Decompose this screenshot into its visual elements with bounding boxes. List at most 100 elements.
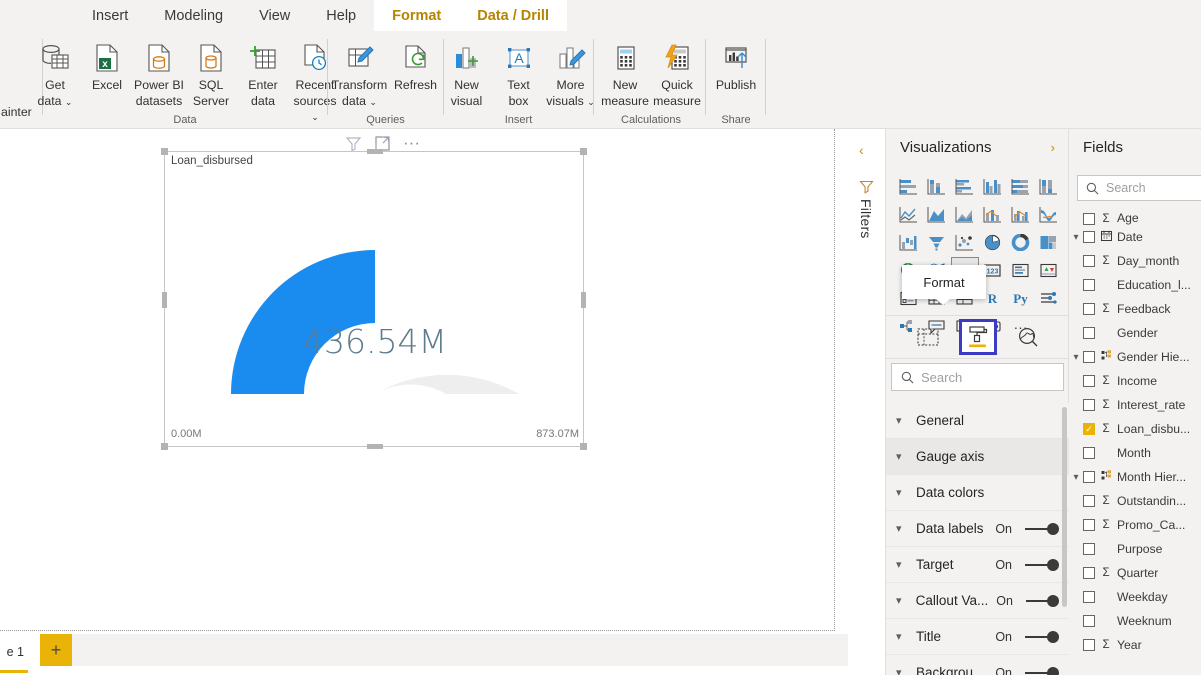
- field-checkbox[interactable]: [1083, 471, 1095, 483]
- field-item-month-hierarchy[interactable]: ▾ Month Hier...: [1069, 465, 1201, 489]
- resize-handle-bottom-left[interactable]: [161, 443, 168, 450]
- field-item-date[interactable]: ▾ Date: [1069, 225, 1201, 249]
- format-section-title[interactable]: ▾ Title On: [886, 619, 1069, 655]
- ribbon-button-quick-measure[interactable]: Quick measure: [651, 37, 703, 111]
- resize-handle-top[interactable]: [367, 149, 383, 154]
- viz-pie-chart[interactable]: [979, 229, 1007, 256]
- viz-clustered-bar-chart[interactable]: [951, 173, 979, 200]
- field-item-purpose[interactable]: Purpose: [1069, 537, 1201, 561]
- ribbon-button-publish[interactable]: Publish: [710, 37, 762, 95]
- field-item-education-level[interactable]: Education_l...: [1069, 273, 1201, 297]
- field-item-gender-hierarchy[interactable]: ▾ Gender Hie...: [1069, 345, 1201, 369]
- chevron-right-icon[interactable]: ›: [1051, 140, 1055, 155]
- viz-scatter-chart[interactable]: [951, 229, 979, 256]
- filters-collapse-chevron-icon[interactable]: ‹: [859, 143, 864, 157]
- viz-stacked-bar-chart[interactable]: [895, 173, 923, 200]
- resize-handle-right[interactable]: [581, 292, 586, 308]
- field-item-month[interactable]: Month: [1069, 441, 1201, 465]
- viz-ribbon-chart[interactable]: [1035, 201, 1063, 228]
- viz-line-chart[interactable]: [895, 201, 923, 228]
- field-checkbox[interactable]: [1083, 279, 1095, 291]
- field-checkbox[interactable]: [1083, 255, 1095, 267]
- viz-donut-chart[interactable]: [1007, 229, 1035, 256]
- viz-stacked-column-chart[interactable]: [923, 173, 951, 200]
- field-item-weeknum[interactable]: Weeknum: [1069, 609, 1201, 633]
- ribbon-button-refresh[interactable]: Refresh: [390, 37, 442, 95]
- field-item-promo-campaign[interactable]: Σ Promo_Ca...: [1069, 513, 1201, 537]
- field-checkbox[interactable]: [1083, 231, 1095, 243]
- field-checkbox[interactable]: [1083, 495, 1095, 507]
- viz-clustered-column-chart[interactable]: [979, 173, 1007, 200]
- tab-view[interactable]: View: [241, 0, 308, 31]
- field-checkbox[interactable]: [1083, 327, 1095, 339]
- resize-handle-bottom[interactable]: [367, 444, 383, 449]
- toggle-data-labels[interactable]: [1025, 522, 1059, 535]
- format-section-callout-value[interactable]: ▾ Callout Va... On: [886, 583, 1069, 619]
- resize-handle-bottom-right[interactable]: [580, 443, 587, 450]
- resize-handle-top-left[interactable]: [161, 148, 168, 155]
- format-section-general[interactable]: ▾ General: [886, 403, 1069, 439]
- field-checkbox[interactable]: [1083, 447, 1095, 459]
- field-checkbox[interactable]: [1083, 399, 1095, 411]
- viz-multi-row-card[interactable]: [1007, 257, 1035, 284]
- toggle-callout-value[interactable]: [1025, 594, 1059, 607]
- viz-stacked-area-chart[interactable]: [951, 201, 979, 228]
- viz-kpi[interactable]: [1035, 257, 1063, 284]
- viz-funnel-chart[interactable]: [923, 229, 951, 256]
- pane-tab-fields[interactable]: [913, 323, 943, 351]
- format-section-data-colors[interactable]: ▾ Data colors: [886, 475, 1069, 511]
- chevron-down-icon[interactable]: ▾: [1069, 232, 1083, 243]
- format-section-gauge-axis[interactable]: ▾ Gauge axis: [886, 439, 1069, 475]
- filters-pane-collapsed[interactable]: ‹ Filters: [848, 129, 886, 675]
- field-checkbox[interactable]: [1083, 213, 1095, 225]
- fields-search-box[interactable]: Search: [1077, 175, 1201, 201]
- chevron-down-icon[interactable]: ▾: [1069, 472, 1083, 483]
- field-item-income[interactable]: Σ Income: [1069, 369, 1201, 393]
- viz-line-clustered-column-chart[interactable]: [1007, 201, 1035, 228]
- format-section-background[interactable]: ▾ Backgrou On: [886, 655, 1069, 675]
- filter-icon[interactable]: [345, 135, 362, 152]
- format-section-target[interactable]: ▾ Target On: [886, 547, 1069, 583]
- field-item-year[interactable]: Σ Year: [1069, 633, 1201, 657]
- field-checkbox[interactable]: [1083, 543, 1095, 555]
- ribbon-button-more-visuals[interactable]: More visuals ⌄: [545, 37, 597, 112]
- viz-python-script[interactable]: Py: [1007, 285, 1035, 312]
- toggle-title[interactable]: [1025, 630, 1059, 643]
- field-item-quarter[interactable]: Σ Quarter: [1069, 561, 1201, 585]
- field-item-outstanding[interactable]: Σ Outstandin...: [1069, 489, 1201, 513]
- tab-format[interactable]: Format: [374, 0, 460, 31]
- field-item-day-month[interactable]: Σ Day_month: [1069, 249, 1201, 273]
- viz-line-stacked-column-chart[interactable]: [979, 201, 1007, 228]
- viz-waterfall-chart[interactable]: [895, 229, 923, 256]
- resize-handle-left[interactable]: [162, 292, 167, 308]
- ribbon-button-sql-server[interactable]: SQL Server: [185, 37, 237, 111]
- format-painter-label[interactable]: ainter: [1, 105, 32, 119]
- pane-tab-format[interactable]: [958, 319, 997, 355]
- page-tab-page1[interactable]: e 1: [0, 634, 28, 673]
- resize-handle-top-right[interactable]: [580, 148, 587, 155]
- ribbon-button-excel[interactable]: x Excel: [81, 37, 133, 95]
- tab-insert[interactable]: Insert: [74, 0, 146, 31]
- ribbon-button-text-box[interactable]: A Text box: [493, 37, 545, 111]
- ribbon-button-enter-data[interactable]: Enter data: [237, 37, 289, 111]
- format-search-box[interactable]: Search: [891, 363, 1064, 391]
- field-checkbox[interactable]: [1083, 591, 1095, 603]
- field-item-weekday[interactable]: Weekday: [1069, 585, 1201, 609]
- pane-tab-analytics[interactable]: [1013, 323, 1043, 351]
- field-item-feedback[interactable]: Σ Feedback: [1069, 297, 1201, 321]
- field-checkbox-checked[interactable]: [1083, 423, 1095, 435]
- toggle-background[interactable]: [1025, 666, 1059, 675]
- viz-treemap[interactable]: [1035, 229, 1063, 256]
- field-item-age[interactable]: Σ Age: [1069, 211, 1201, 225]
- field-checkbox[interactable]: [1083, 639, 1095, 651]
- viz-100-stacked-bar-chart[interactable]: [1007, 173, 1035, 200]
- ribbon-button-get-data[interactable]: Get data ⌄: [29, 37, 81, 112]
- ribbon-button-powerbi-datasets[interactable]: Power BI datasets: [133, 37, 185, 111]
- viz-area-chart[interactable]: [923, 201, 951, 228]
- field-checkbox[interactable]: [1083, 303, 1095, 315]
- tab-help[interactable]: Help: [308, 0, 374, 31]
- filter-icon[interactable]: [859, 179, 874, 194]
- report-canvas[interactable]: ··· Loan_disbursed 436.54M 0.00M 873.07M: [0, 129, 835, 631]
- field-item-loan-disbursed[interactable]: Σ Loan_disbu...: [1069, 417, 1201, 441]
- viz-key-influencers[interactable]: [1035, 285, 1063, 312]
